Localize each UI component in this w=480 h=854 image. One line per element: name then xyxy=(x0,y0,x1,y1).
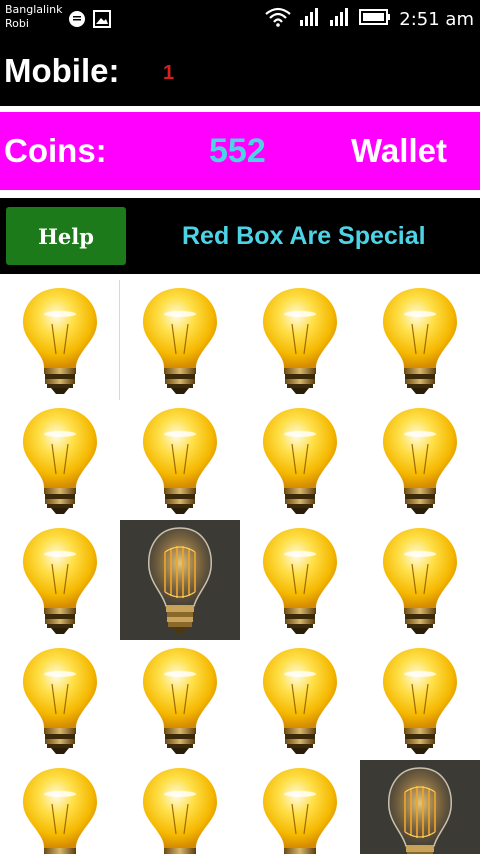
light-bulb-icon xyxy=(259,404,341,516)
light-bulb-icon xyxy=(379,644,461,756)
coins-label: Coins: xyxy=(4,132,107,169)
light-bulb-icon xyxy=(379,284,461,396)
wallet-button[interactable]: Wallet xyxy=(351,132,447,170)
divider xyxy=(0,190,480,198)
mobile-label: Mobile: xyxy=(4,52,120,89)
clock: 2:51 am xyxy=(399,8,474,30)
special-hint: Red Box Are Special xyxy=(182,222,426,250)
light-bulb-icon xyxy=(259,284,341,396)
grid-cell-bulb[interactable] xyxy=(240,280,360,400)
status-bar: Banglalink Robi 2:51 am xyxy=(0,0,480,38)
grid-cell-bulb[interactable] xyxy=(0,280,120,400)
mobile-header: Mobile: 1 xyxy=(0,38,480,106)
grid-cell-bulb[interactable] xyxy=(120,280,240,400)
grid-cell-bulb[interactable] xyxy=(240,400,360,520)
light-bulb-icon xyxy=(259,644,341,756)
carrier-line-2: Robi xyxy=(5,17,29,30)
grid-cell-bulb[interactable] xyxy=(240,760,360,854)
light-bulb-icon xyxy=(259,524,341,636)
grid-cell-bulb[interactable] xyxy=(240,520,360,640)
light-bulb-icon xyxy=(139,644,221,756)
help-button[interactable]: Help xyxy=(6,207,126,265)
grid-cell-bulb[interactable] xyxy=(120,760,240,854)
mobile-value: 1 xyxy=(163,62,175,84)
help-bar: Help Red Box Are Special xyxy=(0,198,480,274)
vintage-bulb-icon xyxy=(135,522,225,638)
grid-cell-bulb[interactable] xyxy=(0,400,120,520)
light-bulb-icon xyxy=(139,404,221,516)
light-bulb-icon xyxy=(19,644,101,756)
coins-bar: Coins: 552 Wallet xyxy=(0,112,480,190)
status-icons: 2:51 am xyxy=(265,7,474,32)
light-bulb-icon xyxy=(19,284,101,396)
grid-cell-bulb[interactable] xyxy=(360,400,480,520)
grid-cell-bulb[interactable] xyxy=(360,640,480,760)
grid-cell-bulb[interactable] xyxy=(360,280,480,400)
grid-cell-bulb[interactable] xyxy=(240,640,360,760)
message-icon xyxy=(68,10,86,33)
coins-value: 552 xyxy=(209,132,266,170)
grid-cell-vintage-bulb[interactable] xyxy=(120,520,240,640)
image-icon xyxy=(93,10,111,33)
battery-icon xyxy=(359,8,391,30)
wifi-icon xyxy=(265,7,291,32)
signal-icon-2 xyxy=(329,7,351,31)
carrier-name: Banglalink Robi xyxy=(5,3,63,31)
light-bulb-icon xyxy=(139,284,221,396)
light-bulb-icon xyxy=(19,764,101,854)
light-bulb-icon xyxy=(379,404,461,516)
bulb-grid xyxy=(0,280,480,854)
signal-icon xyxy=(299,7,321,31)
light-bulb-icon xyxy=(259,764,341,854)
grid-cell-bulb[interactable] xyxy=(0,760,120,854)
carrier-line-1: Banglalink xyxy=(5,3,63,16)
grid-cell-bulb[interactable] xyxy=(0,520,120,640)
light-bulb-icon xyxy=(19,524,101,636)
grid-cell-bulb[interactable] xyxy=(120,640,240,760)
grid-cell-bulb[interactable] xyxy=(360,520,480,640)
light-bulb-icon xyxy=(19,404,101,516)
light-bulb-icon xyxy=(379,524,461,636)
grid-cell-bulb[interactable] xyxy=(0,640,120,760)
light-bulb-icon xyxy=(139,764,221,854)
grid-cell-bulb[interactable] xyxy=(120,400,240,520)
grid-cell-vintage-bulb[interactable] xyxy=(360,760,480,854)
vintage-bulb-icon xyxy=(375,762,465,854)
